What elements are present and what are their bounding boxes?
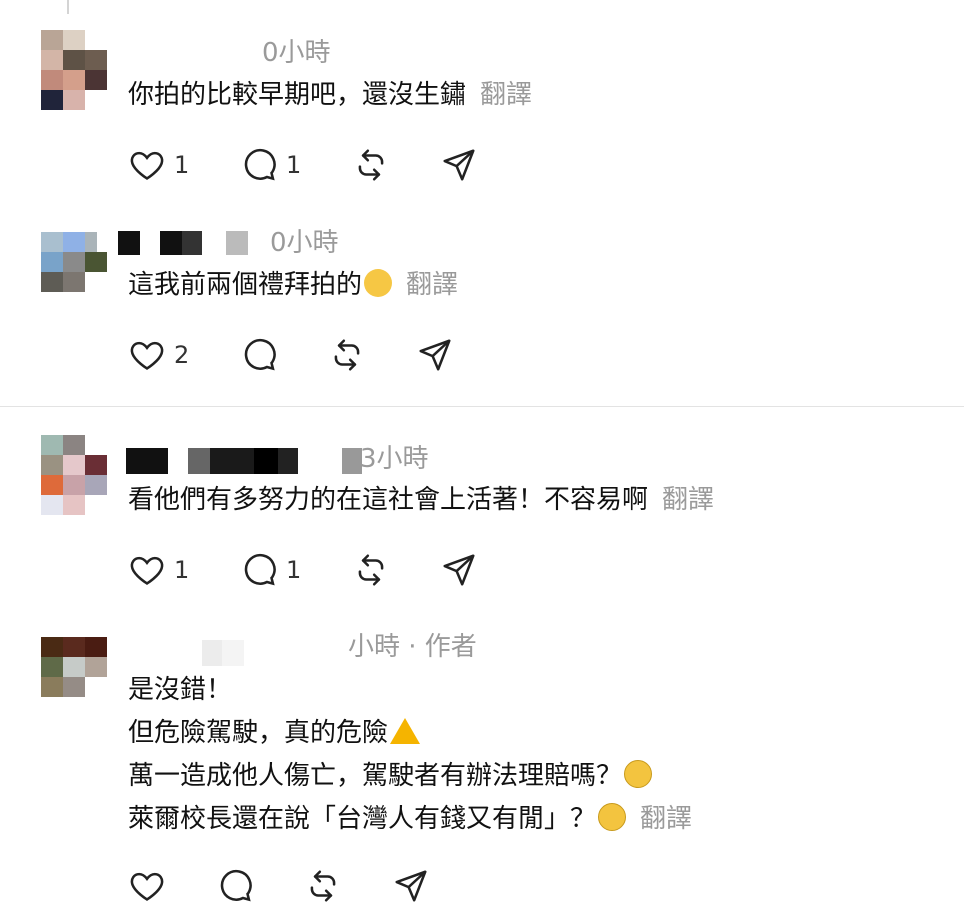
comment-line: 萬一造成他人傷亡，駕駛者有辦法理賠嗎？ <box>128 761 623 791</box>
reply-button[interactable]: 1 <box>240 145 301 185</box>
reply-count: 1 <box>286 556 302 584</box>
heart-icon <box>130 872 164 901</box>
username-redacted[interactable] <box>118 231 248 255</box>
send-icon <box>443 554 475 586</box>
speech-bubble-icon <box>244 148 276 181</box>
share-button[interactable] <box>440 145 478 185</box>
avatar[interactable] <box>41 30 109 110</box>
translate-link[interactable]: 翻譯 <box>406 270 458 300</box>
like-count: 1 <box>174 151 190 179</box>
comment-text: 這我前兩個禮拜拍的 翻譯 <box>128 264 458 307</box>
like-button[interactable] <box>128 866 166 906</box>
username-redacted[interactable] <box>202 640 244 666</box>
fearful-face-emoji <box>624 760 653 788</box>
fearful-face-emoji <box>598 803 627 831</box>
share-button[interactable] <box>416 335 454 375</box>
reply-button[interactable]: 1 <box>240 550 301 590</box>
reply-button[interactable] <box>240 335 278 375</box>
like-count: 1 <box>174 556 190 584</box>
comment-text: 看他們有多努力的在這社會上活著！不容易啊 翻譯 <box>128 479 714 522</box>
comment-time: 小時 · 作者 <box>348 632 477 662</box>
repost-icon <box>358 149 384 181</box>
comment-line: 這我前兩個禮拜拍的 <box>128 270 363 300</box>
reply-count: 1 <box>286 151 302 179</box>
send-icon <box>395 870 427 902</box>
repost-icon <box>310 870 336 902</box>
section-divider <box>0 406 964 407</box>
heart-icon <box>130 556 164 585</box>
avatar[interactable] <box>41 637 109 697</box>
reply-button[interactable] <box>216 866 254 906</box>
heart-icon <box>130 341 164 370</box>
repost-button[interactable] <box>352 550 390 590</box>
comment-line: 但危險駕駛，真的危險 <box>128 718 389 748</box>
share-button[interactable] <box>440 550 478 590</box>
comment-time: 0小時 <box>270 228 339 258</box>
comment-time: 3小時 <box>360 444 429 474</box>
translate-link[interactable]: 翻譯 <box>640 804 692 834</box>
translate-link[interactable]: 翻譯 <box>662 485 714 515</box>
heart-icon <box>130 151 164 180</box>
avatar[interactable] <box>41 232 109 292</box>
avatar[interactable] <box>41 435 109 515</box>
comment-text: 你拍的比較早期吧，還沒生鏽 翻譯 <box>128 74 532 117</box>
speech-bubble-icon <box>220 869 252 902</box>
warning-sign-emoji <box>390 718 421 744</box>
thread-connector-line <box>67 0 69 14</box>
comment-text: 是沒錯！ 但危險駕駛，真的危險 萬一造成他人傷亡，駕駛者有辦法理賠嗎？ 萊爾校長… <box>128 669 692 841</box>
speech-bubble-icon <box>244 553 276 586</box>
like-button[interactable]: 1 <box>128 145 189 185</box>
username-redacted[interactable] <box>126 448 362 474</box>
comment-time: 0小時 <box>262 38 331 68</box>
comment-line: 萊爾校長還在說「台灣人有錢又有閒」？ <box>128 804 597 834</box>
repost-button[interactable] <box>328 335 366 375</box>
comment-line: 你拍的比較早期吧，還沒生鏽 <box>128 80 467 110</box>
share-button[interactable] <box>392 866 430 906</box>
translate-link[interactable]: 翻譯 <box>480 80 532 110</box>
comment-line: 看他們有多努力的在這社會上活著！不容易啊 <box>128 485 649 515</box>
like-button[interactable]: 1 <box>128 550 189 590</box>
like-count: 2 <box>174 341 190 369</box>
repost-button[interactable] <box>352 145 390 185</box>
send-icon <box>419 339 451 371</box>
repost-icon <box>334 339 360 371</box>
send-icon <box>443 149 475 181</box>
comment-line: 是沒錯！ <box>128 675 233 705</box>
like-button[interactable]: 2 <box>128 335 189 375</box>
repost-icon <box>358 554 384 586</box>
tears-of-joy-emoji <box>364 269 393 297</box>
repost-button[interactable] <box>304 866 342 906</box>
speech-bubble-icon <box>244 338 276 371</box>
